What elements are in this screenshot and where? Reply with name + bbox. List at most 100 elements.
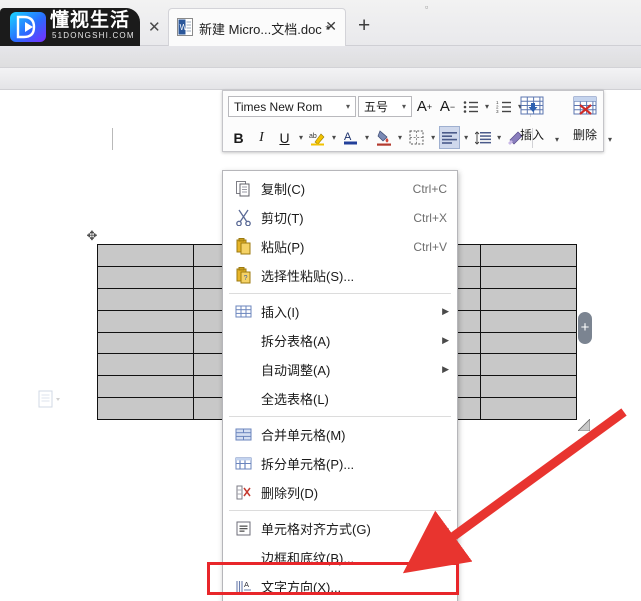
chevron-down-icon[interactable]: ▾ xyxy=(297,133,305,142)
table-cell[interactable] xyxy=(97,375,194,399)
window-controls[interactable]: ▫ xyxy=(425,2,428,12)
insert-table-button[interactable]: 插入 xyxy=(509,94,555,150)
delete-table-button[interactable]: 删除 xyxy=(562,94,608,150)
table-cell[interactable] xyxy=(97,353,194,377)
borders-button[interactable] xyxy=(406,126,427,149)
add-column-handle[interactable]: + xyxy=(578,312,592,344)
font-size-combo[interactable]: 五号 ▾ xyxy=(358,96,412,117)
chevron-down-icon[interactable]: ▾ xyxy=(553,135,561,144)
shrink-font-icon: A xyxy=(439,98,450,115)
context-menu-item[interactable]: 插入(I) ▶ xyxy=(223,297,457,326)
italic-button[interactable]: I xyxy=(251,126,272,149)
table-cell[interactable] xyxy=(480,375,577,399)
table-cell[interactable] xyxy=(480,353,577,377)
table-context-menu[interactable]: 复制(C) Ctrl+C 剪切(T) Ctrl+X 粘贴(P) Ctrl+V? 选择性粘贴(… xyxy=(222,170,458,601)
bullet-list-button[interactable] xyxy=(460,95,481,118)
logo-text: 懂视生活 xyxy=(50,10,131,31)
shading-button[interactable] xyxy=(373,126,394,149)
table-cell[interactable] xyxy=(480,331,577,355)
close-icon[interactable]: ✕ xyxy=(325,18,337,35)
context-menu-item[interactable]: 边框和底纹(B)... xyxy=(223,543,457,572)
chevron-down-icon[interactable]: ▾ xyxy=(363,133,371,142)
highlight-button[interactable]: ab xyxy=(307,126,328,149)
table-cell[interactable] xyxy=(480,397,577,421)
menu-item-no-icon xyxy=(231,389,255,409)
table-cell[interactable] xyxy=(97,287,194,311)
chevron-down-icon[interactable]: ▾ xyxy=(606,135,614,144)
align-left-icon xyxy=(442,131,458,144)
context-menu-item[interactable]: 自动调整(A) ▶ xyxy=(223,355,457,384)
chevron-down-icon[interactable]: ▾ xyxy=(343,102,353,111)
menu-item-no-icon xyxy=(231,331,255,351)
bold-button[interactable]: B xyxy=(228,126,249,149)
menu-separator xyxy=(229,416,451,417)
delete-label: 删除 xyxy=(572,128,597,142)
table-cell[interactable] xyxy=(97,397,194,421)
paste-options-icon[interactable] xyxy=(36,390,62,410)
context-menu-item[interactable]: 剪切(T) Ctrl+X xyxy=(223,203,457,232)
new-tab-button[interactable]: + xyxy=(358,14,370,38)
grow-font-button[interactable]: A + xyxy=(414,95,435,118)
table-cell[interactable] xyxy=(480,265,577,289)
context-menu-item-label: 拆分单元格(P)... xyxy=(261,457,355,472)
context-menu-item[interactable]: 拆分单元格(P)... xyxy=(223,449,457,478)
cell-align-icon xyxy=(231,519,255,539)
context-menu-item[interactable]: 全选表格(L) xyxy=(223,384,457,413)
text-direction-icon: A xyxy=(231,577,255,597)
table-cell[interactable] xyxy=(480,309,577,333)
table-cell[interactable] xyxy=(97,265,194,289)
table-cell[interactable] xyxy=(97,244,194,267)
site-logo-tab[interactable]: 懂视生活 51DONGSHI.COM xyxy=(0,8,140,46)
line-spacing-button[interactable] xyxy=(472,126,493,149)
close-icon[interactable]: ✕ xyxy=(148,18,161,36)
context-menu-item[interactable]: 粘贴(P) Ctrl+V xyxy=(223,232,457,261)
context-menu-item[interactable]: 复制(C) Ctrl+C xyxy=(223,174,457,203)
align-button[interactable] xyxy=(439,126,461,149)
chevron-down-icon[interactable]: ▾ xyxy=(399,102,409,111)
ribbon-strip-lower xyxy=(0,68,641,90)
logo-subtext: 51DONGSHI.COM xyxy=(52,31,135,40)
font-name-value: Times New Rom xyxy=(234,99,323,114)
context-menu-item-shortcut: Ctrl+X xyxy=(413,210,447,225)
context-menu-item-label: 拆分表格(A) xyxy=(261,334,331,349)
table-resize-handle[interactable] xyxy=(578,419,590,431)
bold-icon: B xyxy=(233,129,244,146)
shrink-font-button[interactable]: A − xyxy=(437,95,458,118)
chevron-down-icon[interactable]: ▾ xyxy=(495,133,503,142)
context-menu-item-label: 删除列(D) xyxy=(261,486,319,501)
play-logo-icon xyxy=(10,12,46,42)
context-menu-item-label: 自动调整(A) xyxy=(261,363,331,378)
table-cell[interactable] xyxy=(480,287,577,311)
table-cell[interactable] xyxy=(97,331,194,355)
tab-title: 新建 Micro...文档.doc * xyxy=(199,22,331,37)
chevron-down-icon[interactable]: ▾ xyxy=(330,133,338,142)
font-name-combo[interactable]: Times New Rom ▾ xyxy=(228,96,356,117)
paste-icon xyxy=(231,237,255,257)
chevron-right-icon: ▶ xyxy=(442,306,449,316)
context-menu-item[interactable]: 删除列(D) xyxy=(223,478,457,507)
underline-button[interactable]: U xyxy=(274,126,295,149)
context-menu-item-label: 文字方向(X)... xyxy=(261,580,342,595)
chevron-down-icon[interactable]: ▾ xyxy=(483,102,491,111)
table-cell[interactable] xyxy=(97,309,194,333)
table-move-handle[interactable]: ✥ xyxy=(84,228,100,244)
context-menu-item[interactable]: ? 选择性粘贴(S)... xyxy=(223,261,457,290)
chevron-down-icon[interactable]: ▾ xyxy=(462,133,470,142)
context-menu-item-shortcut: Ctrl+C xyxy=(412,181,447,196)
table-cell[interactable] xyxy=(480,244,577,267)
context-menu-item-label: 插入(I) xyxy=(261,305,300,320)
context-menu-item[interactable]: A 文字方向(X)... xyxy=(223,572,457,601)
svg-text:ab: ab xyxy=(309,133,317,140)
chevron-down-icon[interactable]: ▾ xyxy=(396,133,404,142)
font-size-value: 五号 xyxy=(364,100,389,114)
context-menu-item[interactable]: 拆分表格(A) ▶ xyxy=(223,326,457,355)
borders-icon xyxy=(409,130,424,145)
table-insert-icon xyxy=(231,302,255,322)
font-color-button[interactable]: A xyxy=(340,126,361,149)
context-menu-item[interactable]: 单元格对齐方式(G) ▶ xyxy=(223,514,457,543)
chevron-down-icon[interactable]: ▾ xyxy=(429,133,437,142)
context-menu-item[interactable]: 合并单元格(M) xyxy=(223,420,457,449)
app-window: 懂视生活 51DONGSHI.COM ✕ W 新建 Micro...文档.doc… xyxy=(0,0,641,601)
context-menu-item-label: 复制(C) xyxy=(261,182,306,197)
tab-word-document[interactable]: W 新建 Micro...文档.doc * ✕ xyxy=(168,8,346,46)
